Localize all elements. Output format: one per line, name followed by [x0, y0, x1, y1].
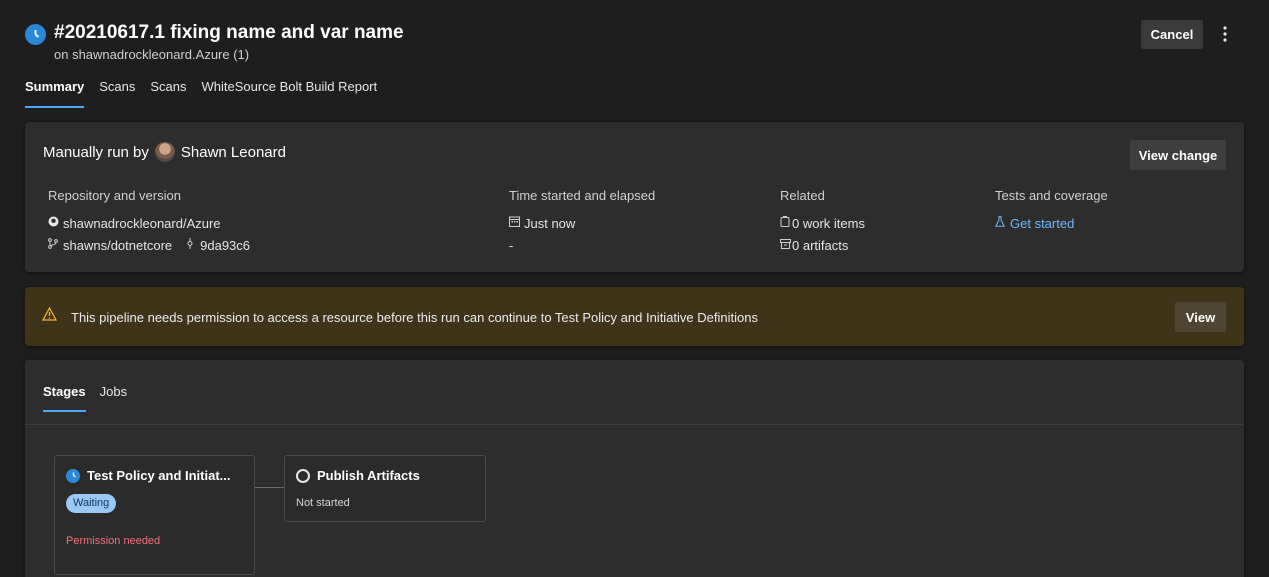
tab-whitesource-report[interactable]: WhiteSource Bolt Build Report: [202, 76, 378, 108]
tab-stages[interactable]: Stages: [43, 384, 86, 412]
commit-link[interactable]: 9da93c6: [200, 238, 250, 253]
run-header: #20210617.1 fixing name and var name on …: [25, 20, 1245, 70]
tab-scans-2[interactable]: Scans: [150, 76, 186, 108]
tab-summary[interactable]: Summary: [25, 76, 85, 108]
github-icon: [48, 216, 59, 230]
branch-link[interactable]: shawns/dotnetcore: [63, 238, 172, 253]
permission-warning-banner: This pipeline needs permission to access…: [25, 287, 1244, 346]
repository-column: Repository and version shawnadrockleonar…: [48, 188, 250, 256]
avatar: [154, 142, 175, 162]
tests-label: Tests and coverage: [995, 188, 1108, 203]
not-started-icon: [296, 468, 310, 483]
divider: [25, 424, 1244, 425]
stage-card-publish-artifacts[interactable]: Publish Artifacts Not started: [284, 455, 486, 522]
page-subtitle: on shawnadrockleonard.Azure (1): [54, 47, 250, 62]
artifacts-link[interactable]: 0 artifacts: [792, 238, 848, 253]
time-elapsed: -: [509, 237, 514, 253]
warning-icon: [41, 306, 58, 325]
tab-scans[interactable]: Scans: [99, 76, 135, 108]
get-started-link[interactable]: Get started: [1010, 216, 1074, 231]
tests-column: Tests and coverage Get started: [994, 188, 1108, 234]
work-items-link[interactable]: 0 work items: [792, 216, 865, 231]
view-change-button[interactable]: View change: [1130, 140, 1226, 170]
status-badge: Waiting: [66, 494, 117, 513]
time-column: Time started and elapsed Just now -: [509, 188, 655, 256]
permission-needed-text: Permission needed: [66, 535, 161, 547]
warning-message: This pipeline needs permission to access…: [71, 310, 758, 325]
clock-icon: [66, 468, 80, 483]
more-vertical-icon[interactable]: [1216, 22, 1234, 46]
stage-name: Publish Artifacts: [317, 468, 420, 483]
commit-icon: [185, 238, 195, 252]
stages-card: Stages Jobs Test Policy and Initiat... W…: [25, 360, 1244, 577]
repository-label: Repository and version: [48, 188, 181, 203]
summary-card: Manually run by Shawn Leonard View chang…: [25, 122, 1244, 272]
stage-card-test-policy[interactable]: Test Policy and Initiat... Waiting Permi…: [54, 455, 255, 575]
stage-status: Not started: [296, 497, 350, 509]
clock-icon: [25, 24, 46, 45]
stage-connector: [255, 487, 284, 488]
flask-icon: [994, 216, 1006, 230]
page-title: #20210617.1 fixing name and var name: [54, 22, 404, 43]
artifact-icon: [780, 238, 791, 252]
tab-bar: Summary Scans Scans WhiteSource Bolt Bui…: [25, 76, 377, 108]
stage-tab-bar: Stages Jobs: [43, 384, 127, 412]
view-permission-button[interactable]: View: [1175, 302, 1226, 332]
repository-link[interactable]: shawnadrockleonard/Azure: [63, 216, 221, 231]
run-by: Manually run by Shawn Leonard: [43, 142, 286, 162]
time-started: Just now: [524, 215, 576, 231]
stage-name: Test Policy and Initiat...: [87, 468, 231, 483]
branch-icon: [48, 238, 58, 252]
calendar-icon: [509, 216, 520, 230]
run-by-label: Manually run by: [43, 143, 149, 161]
related-label: Related: [780, 188, 825, 203]
cancel-button[interactable]: Cancel: [1141, 20, 1203, 49]
tab-jobs[interactable]: Jobs: [100, 384, 127, 412]
run-by-user[interactable]: Shawn Leonard: [181, 144, 286, 161]
work-item-icon: [780, 216, 790, 230]
related-column: Related 0 work items 0 artifacts: [780, 188, 865, 256]
time-label: Time started and elapsed: [509, 188, 656, 203]
